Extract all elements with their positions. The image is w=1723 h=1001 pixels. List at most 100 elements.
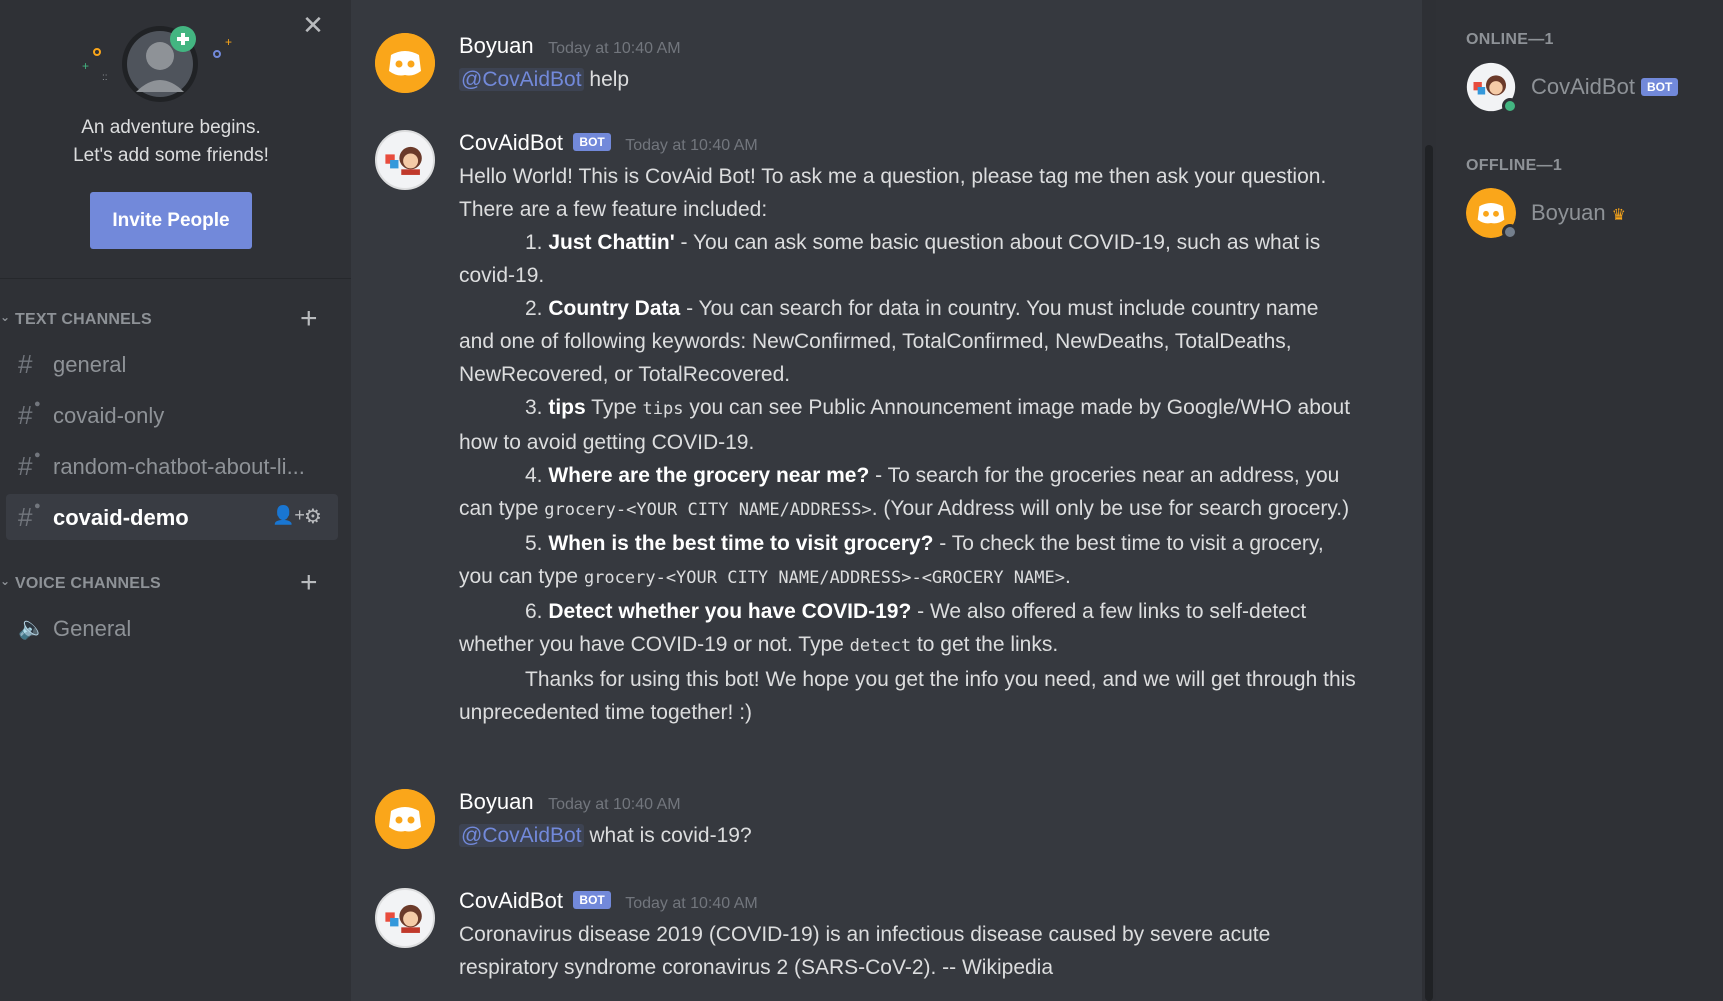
svg-text:::: ::	[102, 72, 108, 83]
channel-general[interactable]: # general	[6, 341, 338, 387]
member-covaidbot[interactable]: CovAidBot BOT	[1466, 62, 1716, 122]
feature-6: 6. Detect whether you have COVID-19? - W…	[459, 600, 1307, 656]
chevron-down-icon: ⌄	[0, 310, 11, 324]
channel-random-chatbot[interactable]: # ● random-chatbot-about-li...	[6, 443, 338, 489]
intro-text: Hello World! This is CovAid Bot! To ask …	[459, 165, 1327, 221]
timestamp: Today at 10:40 AM	[548, 40, 681, 57]
hash-icon: #	[18, 349, 33, 379]
message-body: @CovAidBot what is covid-19?	[459, 819, 1359, 852]
discord-avatar-icon[interactable]	[375, 33, 435, 93]
feature-pre: Type	[591, 396, 637, 419]
offline-status-icon	[1502, 224, 1518, 240]
voice-channel-general[interactable]: 🔈 General	[6, 605, 338, 651]
feature-title: When is the best time to visit grocery?	[548, 532, 934, 555]
member-boyuan[interactable]: Boyuan ♛	[1466, 188, 1716, 248]
welcome-line-2: Let's add some friends!	[73, 145, 269, 166]
message: CovAidBot BOT Today at 10:40 AM Hello Wo…	[375, 130, 1385, 750]
channel-name: general	[53, 352, 127, 377]
message-text: what is covid-19?	[589, 824, 752, 847]
message-body: Coronavirus disease 2019 (COVID-19) is a…	[459, 923, 1271, 979]
welcome-panel: ✕ + + :: An adventure begins. Let's add …	[0, 0, 351, 278]
category-label: VOICE CHANNELS	[15, 575, 161, 592]
feature-title: Country Data	[548, 297, 681, 320]
member-name-text: Boyuan	[1531, 200, 1606, 225]
user-mention[interactable]: @CovAidBot	[459, 68, 584, 91]
invite-people-button[interactable]: Invite People	[90, 192, 252, 249]
author-name[interactable]: CovAidBot	[459, 888, 563, 913]
message-header: CovAidBot BOT Today at 10:40 AM	[459, 130, 758, 156]
plus-icon[interactable]: +	[300, 568, 318, 598]
channel-name: random-chatbot-about-li...	[53, 454, 305, 479]
channel-name: covaid-demo	[53, 505, 189, 530]
divider	[0, 278, 351, 279]
member-name: CovAidBot BOT	[1531, 74, 1679, 100]
bot-badge: BOT	[573, 891, 611, 909]
timestamp: Today at 10:40 AM	[625, 895, 758, 912]
feature-text: . (Your Address will only be use for sea…	[871, 497, 1350, 520]
hash-icon: # ●	[18, 449, 41, 481]
message-body: @CovAidBot help	[459, 63, 1359, 96]
close-icon[interactable]: ✕	[298, 10, 328, 40]
bot-avatar-icon[interactable]	[375, 130, 435, 190]
discord-avatar-icon[interactable]	[375, 789, 435, 849]
message-header: CovAidBot BOT Today at 10:40 AM	[459, 888, 758, 914]
message: CovAidBot BOT Today at 10:40 AM Coronavi…	[375, 888, 1385, 988]
message-header: Boyuan Today at 10:40 AM	[459, 789, 681, 815]
channel-sidebar: ✕ + + :: An adventure begins. Let's add …	[0, 0, 351, 1001]
add-member-icon[interactable]: 👤+	[272, 505, 305, 526]
member-name-text: CovAidBot	[1531, 74, 1635, 99]
author-name[interactable]: Boyuan	[459, 33, 534, 58]
bot-avatar-icon[interactable]	[375, 888, 435, 948]
feature-2: 2. Country Data - You can search for dat…	[459, 297, 1319, 386]
feature-title: Where are the grocery near me?	[548, 464, 870, 487]
speaker-icon: 🔈	[18, 615, 46, 640]
gear-icon[interactable]: ⚙	[304, 504, 322, 529]
user-mention[interactable]: @CovAidBot	[459, 824, 584, 847]
chevron-down-icon: ⌄	[0, 574, 11, 588]
channel-covaid-demo[interactable]: # ● covaid-demo 👤+ ⚙	[6, 494, 338, 540]
bot-badge: BOT	[1640, 78, 1679, 96]
feature-5: 5. When is the best time to visit grocer…	[459, 532, 1324, 588]
category-label: TEXT CHANNELS	[15, 311, 152, 328]
member-name: Boyuan ♛	[1531, 200, 1626, 226]
inline-code: tips	[642, 399, 684, 419]
bot-badge: BOT	[573, 133, 611, 151]
feature-title: Just Chattin'	[548, 231, 675, 254]
online-status-icon	[1502, 98, 1518, 114]
scrollbar-thumb[interactable]	[1425, 145, 1433, 1001]
outro-text: Thanks for using this bot! We hope you g…	[459, 663, 1359, 729]
online-header: ONLINE—1	[1466, 31, 1554, 48]
hash-icon: # ●	[18, 500, 41, 532]
voice-channels-category[interactable]: ⌄ VOICE CHANNELS +	[0, 568, 351, 600]
offline-header: OFFLINE—1	[1466, 157, 1563, 174]
timestamp: Today at 10:40 AM	[625, 137, 758, 154]
hash-icon: # ●	[18, 398, 41, 430]
inline-code: grocery-<YOUR CITY NAME/ADDRESS>-<GROCER…	[583, 568, 1065, 588]
svg-text:+: +	[82, 59, 89, 73]
message: Boyuan Today at 10:40 AM @CovAidBot help	[375, 33, 1385, 103]
text-channels-category[interactable]: ⌄ TEXT CHANNELS +	[0, 304, 351, 336]
plus-icon[interactable]: +	[300, 304, 318, 334]
message-body: Hello World! This is CovAid Bot! To ask …	[459, 160, 1359, 729]
feature-title: Detect whether you have COVID-19?	[548, 600, 912, 623]
svg-text:+: +	[225, 35, 232, 49]
message: Boyuan Today at 10:40 AM @CovAidBot what…	[375, 789, 1385, 859]
channel-name: General	[53, 616, 132, 641]
channel-covaid-only[interactable]: # ● covaid-only	[6, 392, 338, 438]
feature-text: to get the links.	[916, 633, 1059, 656]
crown-icon: ♛	[1611, 207, 1626, 224]
welcome-line-1: An adventure begins.	[81, 117, 261, 138]
outro-content: Thanks for using this bot! We hope you g…	[459, 668, 1356, 724]
author-name[interactable]: CovAidBot	[459, 130, 563, 155]
timestamp: Today at 10:40 AM	[548, 796, 681, 813]
message-header: Boyuan Today at 10:40 AM	[459, 33, 681, 59]
channel-name: covaid-only	[53, 403, 165, 428]
message-text: help	[589, 68, 630, 91]
welcome-text: An adventure begins. Let's add some frie…	[0, 114, 342, 170]
inline-code: grocery-<YOUR CITY NAME/ADDRESS>	[544, 500, 872, 520]
feature-1: 1. Just Chattin' - You can ask some basi…	[459, 231, 1321, 287]
feature-text: .	[1064, 565, 1071, 588]
author-name[interactable]: Boyuan	[459, 789, 534, 814]
add-friend-icon: + + ::	[82, 26, 232, 102]
inline-code: detect	[849, 636, 912, 656]
